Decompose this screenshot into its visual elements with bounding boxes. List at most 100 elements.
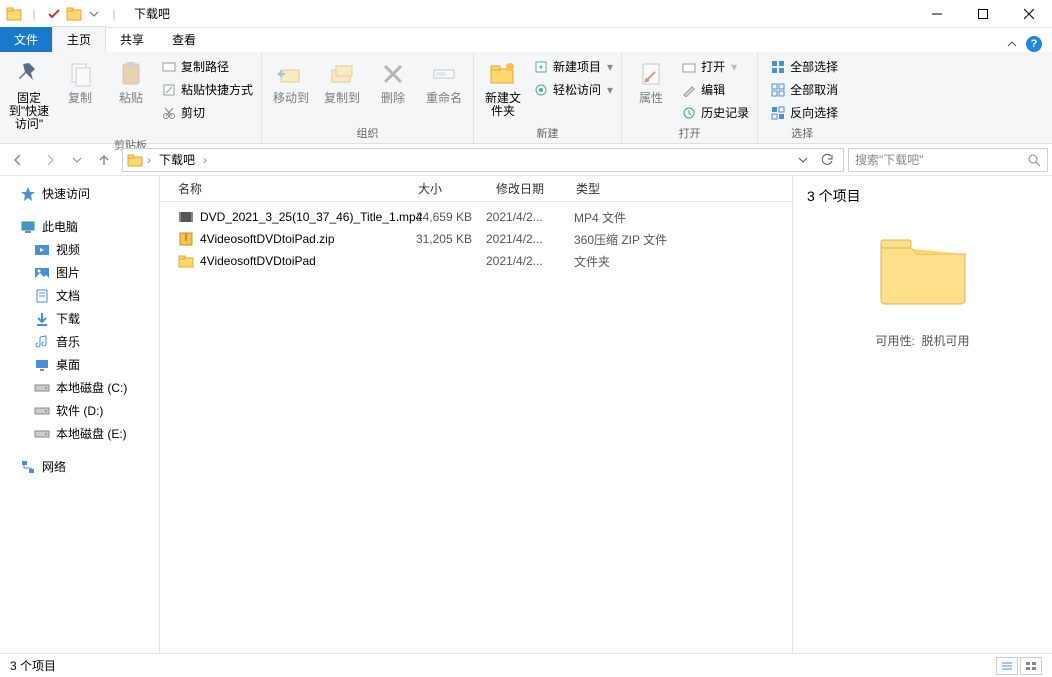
close-button[interactable] [1006, 0, 1052, 28]
properties-button[interactable]: 属性 [626, 54, 676, 109]
status-bar: 3 个项目 [0, 653, 1052, 677]
star-icon [20, 186, 36, 202]
qat-divider: | [26, 6, 42, 22]
nav-this-pc[interactable]: 此电脑 [0, 215, 159, 238]
video-icon [34, 242, 50, 258]
rename-icon [428, 58, 460, 90]
col-name[interactable]: 名称 [160, 180, 408, 197]
copy-path-button[interactable]: 复制路径 [157, 56, 257, 77]
folder-icon [6, 6, 22, 22]
open-button[interactable]: 打开▾ [677, 56, 753, 77]
easy-access-icon [533, 82, 549, 98]
search-input[interactable] [855, 153, 1027, 167]
nav-downloads[interactable]: 下载 [0, 307, 159, 330]
col-size[interactable]: 大小 [408, 180, 486, 197]
video-icon [178, 209, 194, 225]
music-icon [34, 334, 50, 350]
open-icon [681, 59, 697, 75]
ribbon-group-select: 全部选择 全部取消 反向选择 选择 [758, 52, 846, 143]
nav-pane: 快速访问 此电脑 视频 图片 文档 下载 音乐 桌面 本地磁盘 (C:) 软件 … [0, 176, 160, 653]
tab-view[interactable]: 查看 [158, 27, 210, 52]
view-details-button[interactable] [996, 657, 1018, 675]
copy-button[interactable]: 复制 [55, 54, 105, 109]
history-button[interactable]: 历史记录 [677, 102, 753, 123]
addr-dropdown-icon[interactable] [791, 149, 815, 171]
nav-disk-c[interactable]: 本地磁盘 (C:) [0, 376, 159, 399]
copy-to-button[interactable]: 复制到 [317, 54, 367, 109]
qat-dropdown-icon[interactable] [86, 6, 102, 22]
copy-to-icon [326, 58, 358, 90]
pin-icon [13, 58, 45, 90]
rename-button[interactable]: 重命名 [419, 54, 469, 109]
window-title: 下载吧 [134, 5, 170, 22]
picture-icon [34, 265, 50, 281]
search-box[interactable] [848, 148, 1048, 172]
new-item-button[interactable]: 新建项目▾ [529, 56, 617, 77]
nav-documents[interactable]: 文档 [0, 284, 159, 307]
qat-check-icon[interactable] [46, 6, 62, 22]
file-row[interactable]: 4VideosoftDVDtoiPad.zip31,205 KB2021/4/2… [160, 228, 792, 250]
shortcut-icon [161, 82, 177, 98]
nav-network[interactable]: 网络 [0, 455, 159, 478]
select-all-button[interactable]: 全部选择 [766, 56, 842, 77]
file-name: DVD_2021_3_25(10_37_46)_Title_1.mp4 [200, 210, 422, 224]
title-bar: | | 下载吧 [0, 0, 1052, 28]
tab-file[interactable]: 文件 [0, 27, 52, 52]
file-name: 4VideosoftDVDtoiPad [200, 254, 316, 268]
properties-icon [635, 58, 667, 90]
file-type: MP4 文件 [566, 209, 792, 226]
edit-icon [681, 82, 697, 98]
invert-selection-button[interactable]: 反向选择 [766, 102, 842, 123]
breadcrumb-sep[interactable]: › [203, 153, 207, 167]
paste-icon [115, 58, 147, 90]
select-none-icon [770, 82, 786, 98]
easy-access-button[interactable]: 轻松访问▾ [529, 79, 617, 100]
disk-icon [34, 403, 50, 419]
breadcrumb-sep[interactable]: › [147, 153, 151, 167]
file-size: 24,659 KB [408, 210, 486, 224]
nav-music[interactable]: 音乐 [0, 330, 159, 353]
nav-up-button[interactable] [90, 147, 118, 173]
select-none-button[interactable]: 全部取消 [766, 79, 842, 100]
search-icon [1027, 153, 1041, 167]
edit-button[interactable]: 编辑 [677, 79, 753, 100]
ribbon-group-clipboard: 固定到"快速访问" 复制 粘贴 复制路径 粘贴快捷方式 剪切 剪贴板 [0, 52, 262, 143]
folder-icon [66, 6, 82, 22]
view-icons-button[interactable] [1020, 657, 1042, 675]
pin-button[interactable]: 固定到"快速访问" [4, 54, 54, 135]
nav-forward-button[interactable] [36, 147, 64, 173]
minimize-button[interactable] [914, 0, 960, 28]
nav-quick-access[interactable]: 快速访问 [0, 182, 159, 205]
file-size: 31,205 KB [408, 232, 486, 246]
nav-videos[interactable]: 视频 [0, 238, 159, 261]
group-label-select: 选择 [762, 123, 842, 143]
move-to-button[interactable]: 移动到 [266, 54, 316, 109]
nav-desktop[interactable]: 桌面 [0, 353, 159, 376]
folder-large-icon [875, 230, 971, 308]
delete-button[interactable]: 删除 [368, 54, 418, 109]
nav-disk-d[interactable]: 软件 (D:) [0, 399, 159, 422]
breadcrumb-item[interactable]: 下载吧 [155, 151, 199, 168]
cut-button[interactable]: 剪切 [157, 102, 257, 123]
paste-button[interactable]: 粘贴 [106, 54, 156, 109]
nav-back-button[interactable] [4, 147, 32, 173]
file-row[interactable]: DVD_2021_3_25(10_37_46)_Title_1.mp424,65… [160, 206, 792, 228]
col-type[interactable]: 类型 [566, 180, 792, 197]
nav-disk-e[interactable]: 本地磁盘 (E:) [0, 422, 159, 445]
paste-shortcut-button[interactable]: 粘贴快捷方式 [157, 79, 257, 100]
help-icon[interactable]: ? [1026, 36, 1042, 52]
file-view: 名称 大小 修改日期 类型 DVD_2021_3_25(10_37_46)_Ti… [160, 176, 792, 653]
nav-recent-button[interactable] [68, 147, 86, 173]
col-date[interactable]: 修改日期 [486, 180, 566, 197]
new-folder-button[interactable]: 新建文件夹 [478, 54, 528, 122]
address-bar[interactable]: › 下载吧 › [122, 148, 844, 172]
maximize-button[interactable] [960, 0, 1006, 28]
tab-share[interactable]: 共享 [106, 27, 158, 52]
ribbon-collapse-icon[interactable] [1006, 38, 1018, 50]
refresh-button[interactable] [815, 149, 839, 171]
pc-icon [20, 219, 36, 235]
file-row[interactable]: 4VideosoftDVDtoiPad2021/4/2...文件夹 [160, 250, 792, 272]
delete-icon [377, 58, 409, 90]
nav-pictures[interactable]: 图片 [0, 261, 159, 284]
tab-home[interactable]: 主页 [52, 26, 106, 52]
